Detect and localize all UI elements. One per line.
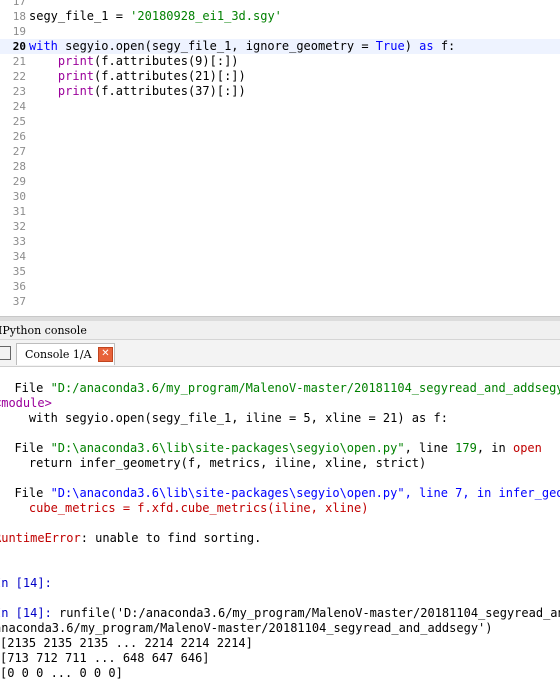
code-line-20[interactable]: with segyio.open(segy_file_1, ignore_geo… [29, 39, 455, 54]
output-line: [0 0 0 ... 0 0 0] [0, 666, 123, 680]
code-line-22[interactable]: print(f.attributes(21)[:]) [29, 69, 246, 84]
line-number: 24 [12, 100, 26, 113]
run-command-line: anaconda3.6/my_program/MalenoV-master/20… [0, 621, 493, 635]
line-number: 33 [12, 235, 26, 248]
line-number: 30 [12, 190, 26, 203]
line-number: 31 [12, 205, 26, 218]
line-number: 26 [12, 130, 26, 143]
line-number: 25 [12, 115, 26, 128]
console-text: , line 7, in infer_geometry [404, 486, 560, 500]
output-line: [713 712 711 ... 648 647 646] [0, 651, 210, 665]
console-output[interactable]: File "D:/anaconda3.6/my_program/MalenoV-… [0, 367, 560, 699]
builtin-token: print [57, 69, 95, 83]
error-name: RuntimeError [0, 531, 81, 545]
console-tab-bar: Console 1/A ✕ [0, 340, 560, 367]
line-number: 21 [12, 55, 26, 68]
error-line: RuntimeError: unable to find sorting. [0, 531, 261, 546]
command-text: runfile('D:/anaconda3.6/my_program/Malen… [59, 606, 560, 620]
line-number: 29 [12, 175, 26, 188]
traceback-line: File "D:\anaconda3.6\lib\site-packages\s… [0, 486, 560, 501]
code-line-21[interactable]: print(f.attributes(9)[:]) [29, 54, 239, 69]
keyword-token: True [375, 39, 405, 53]
line-number: 28 [12, 160, 26, 173]
line-number-current: 20 [12, 40, 26, 53]
code-token: (f.attributes(21)[:]) [94, 69, 246, 83]
tab-label: Console 1/A [25, 348, 92, 361]
file-link[interactable]: "D:\anaconda3.6\lib\site-packages\segyio… [51, 486, 405, 500]
console-text: , in [476, 441, 513, 455]
input-prompt: In [14]: [0, 576, 52, 590]
line-number-link: 179 [455, 441, 477, 455]
console-pane-header: IPython console [0, 321, 560, 340]
code-token: (f.attributes(37)[:]) [94, 84, 246, 98]
close-tab-icon[interactable]: ✕ [98, 347, 113, 362]
output-line: [2135 2135 2135 ... 2214 2214 2214] [0, 636, 253, 650]
code-token: segyio.open(segy_file_1, ignore_geometry… [57, 39, 376, 53]
traceback-code: return infer_geometry(f, metrics, iline,… [0, 456, 427, 470]
keyword-token: as [419, 39, 434, 53]
code-line-18[interactable]: segy_file_1 = '20180928_ei1_3d.sgy' [29, 9, 282, 24]
code-token: = [108, 9, 131, 23]
line-number: 23 [12, 85, 26, 98]
traceback-line: File "D:\anaconda3.6\lib\site-packages\s… [0, 441, 542, 456]
traceback-code: cube_metrics = f.xfd.cube_metrics(iline,… [0, 501, 369, 515]
line-number: 32 [12, 220, 26, 233]
console-text: , line [404, 441, 456, 455]
browse-tabs-icon[interactable] [0, 346, 11, 360]
code-editor[interactable]: 17 18 19 20 21 22 23 24 25 26 27 28 29 3… [0, 0, 560, 316]
tab-console-1a[interactable]: Console 1/A ✕ [16, 343, 115, 365]
line-number: 22 [12, 70, 26, 83]
line-number: 35 [12, 265, 26, 278]
builtin-token: print [57, 84, 95, 98]
input-prompt: In [14]: [0, 606, 52, 620]
line-number: 34 [12, 250, 26, 263]
file-link[interactable]: "D:/anaconda3.6/my_program/MalenoV-maste… [51, 381, 560, 395]
line-number: 27 [12, 145, 26, 158]
line-number: 36 [12, 280, 26, 293]
line-number: 18 [12, 10, 26, 23]
traceback-module: <module> [0, 396, 52, 410]
function-name: open [512, 441, 542, 455]
file-link[interactable]: "D:\anaconda3.6\lib\site-packages\segyio… [51, 441, 405, 455]
traceback-code: with segyio.open(segy_file_1, iline = 5,… [0, 411, 448, 425]
error-message: : unable to find sorting. [80, 531, 262, 545]
line-number: 37 [12, 295, 26, 308]
code-token: segy_file_1 [29, 9, 109, 23]
console-text: File [0, 381, 51, 395]
run-command-line: In [14]: runfile('D:/anaconda3.6/my_prog… [0, 606, 560, 621]
line-number: 17 [12, 0, 26, 8]
code-token: ) [404, 39, 420, 53]
code-token: f: [433, 39, 456, 53]
line-number: 19 [12, 25, 26, 38]
keyword-token: with [29, 39, 58, 53]
line-number-gutter: 17 18 19 20 21 22 23 24 25 26 27 28 29 3… [0, 0, 28, 316]
code-token: (f.attributes(9)[:]) [94, 54, 239, 68]
builtin-token: print [57, 54, 95, 68]
traceback-line: File "D:/anaconda3.6/my_program/MalenoV-… [0, 381, 560, 396]
string-literal: '20180928_ei1_3d.sgy' [130, 9, 282, 23]
code-line-23[interactable]: print(f.attributes(37)[:]) [29, 84, 246, 99]
console-text: File [0, 441, 51, 455]
console-text: File [0, 486, 51, 500]
pane-title: IPython console [0, 324, 87, 337]
